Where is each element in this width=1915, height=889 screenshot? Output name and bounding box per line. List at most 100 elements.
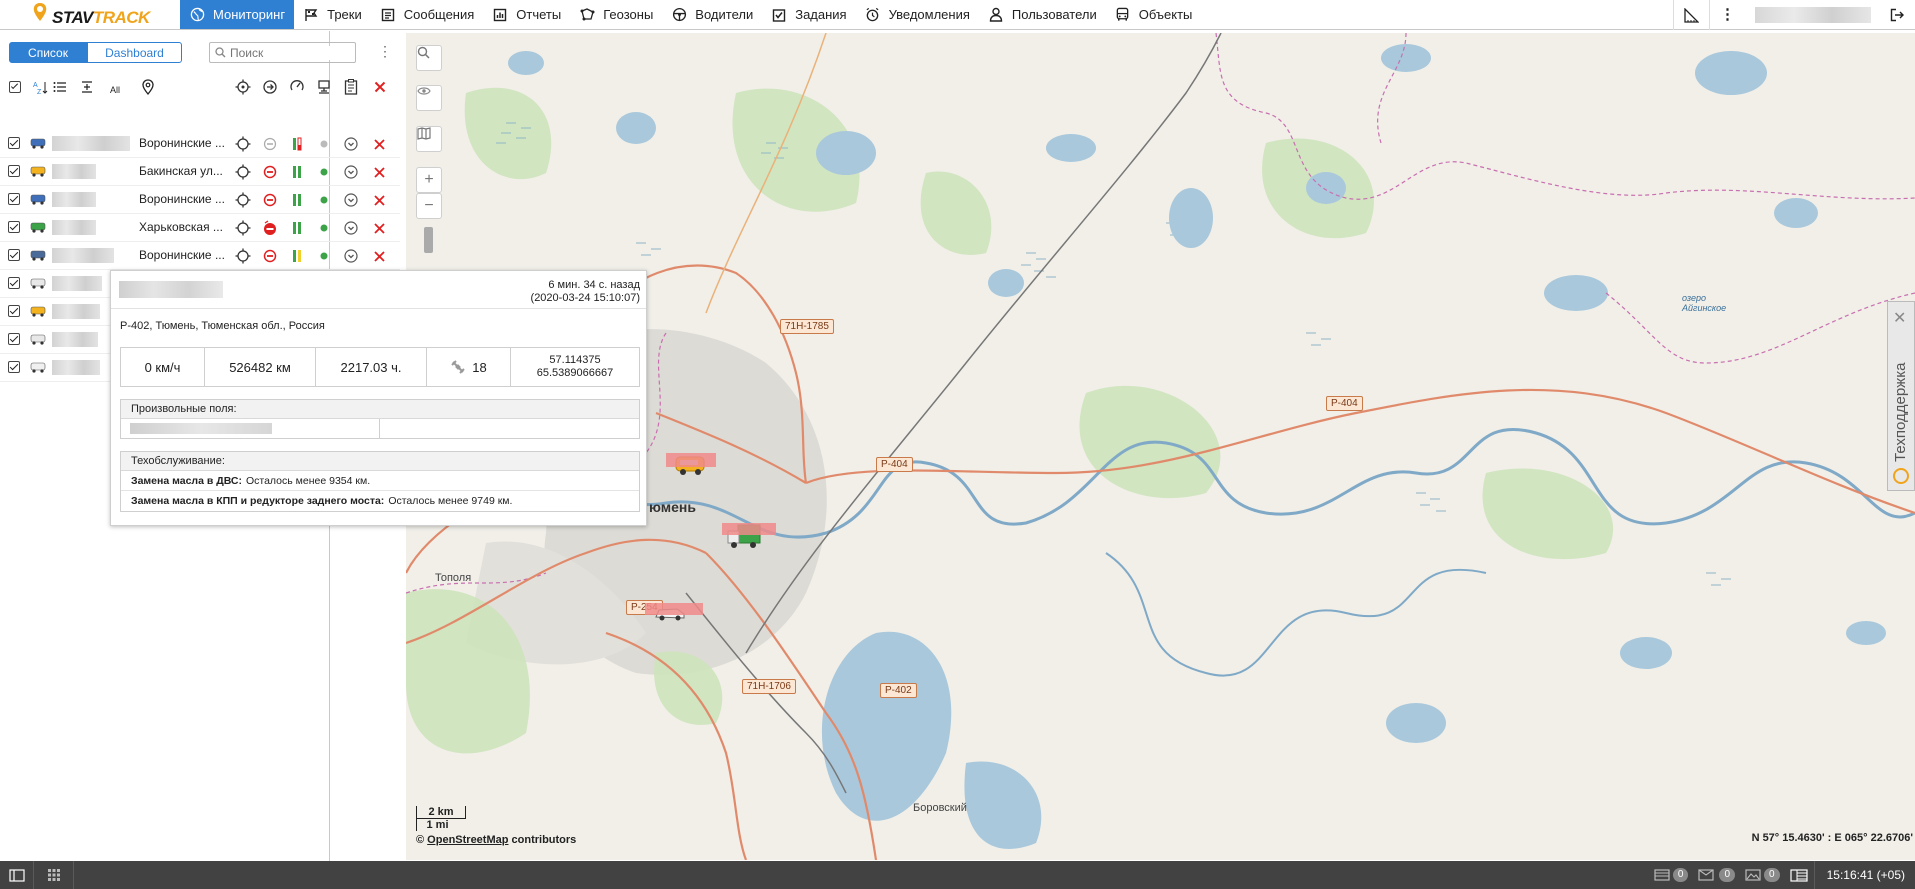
user-name-blurred[interactable]	[1755, 7, 1871, 23]
locate-icon[interactable]	[234, 163, 252, 181]
nav-drivers[interactable]: Водители	[662, 0, 762, 29]
row-checkbox[interactable]	[8, 249, 20, 261]
satellite-icon	[451, 360, 465, 374]
map-visibility-button[interactable]	[416, 85, 442, 111]
vehicle-marker[interactable]	[645, 603, 703, 621]
row-checkbox[interactable]	[8, 305, 20, 317]
toggle-panel-button[interactable]	[0, 861, 34, 889]
row-checkbox[interactable]	[8, 277, 20, 289]
layout-toggle[interactable]	[1789, 868, 1808, 882]
locate-icon[interactable]	[234, 247, 252, 265]
connection-dot-icon	[315, 163, 333, 181]
motion-bars-icon	[288, 219, 306, 237]
events-counter[interactable]: 0	[1654, 868, 1689, 882]
object-name-blurred	[52, 304, 100, 319]
vehicle-marker[interactable]	[666, 453, 716, 475]
locate-icon[interactable]	[234, 135, 252, 153]
row-checkbox[interactable]	[8, 221, 20, 233]
location-pin-icon[interactable]	[139, 78, 157, 96]
tab-list[interactable]: Список	[9, 42, 87, 63]
custom-fields-section: Произвольные поля:	[120, 399, 640, 439]
vehicle-name-blurred	[666, 453, 716, 467]
commands-menu-icon[interactable]	[342, 135, 360, 153]
object-name-blurred	[52, 248, 114, 263]
ignition-off-icon	[261, 135, 279, 153]
vehicle-marker[interactable]	[722, 523, 776, 548]
motion-bars-icon	[288, 163, 306, 181]
app-logo[interactable]: STAVTRACK	[0, 0, 180, 30]
list-header: AZ All	[0, 72, 390, 100]
panel-menu-icon[interactable]: ⋮	[378, 44, 392, 62]
grid-view-button[interactable]	[34, 861, 74, 889]
delete-all-icon[interactable]	[371, 78, 389, 96]
map-search-button[interactable]	[416, 45, 442, 71]
logout-button[interactable]	[1879, 0, 1915, 30]
nav-geofences[interactable]: Геозоны	[570, 0, 662, 29]
object-row[interactable]: Воронинские ...	[0, 186, 400, 214]
locate-icon[interactable]	[234, 191, 252, 209]
ignition-header-icon[interactable]	[261, 78, 279, 96]
sort-az-icon[interactable]: AZ	[31, 78, 49, 96]
custom-field-blurred	[130, 423, 272, 434]
row-checkbox[interactable]	[8, 137, 20, 149]
delete-row-icon[interactable]	[370, 163, 388, 181]
row-checkbox[interactable]	[8, 193, 20, 205]
add-group-icon[interactable]	[78, 78, 96, 96]
nav-tasks[interactable]: Задания	[762, 0, 855, 29]
mileage-value: 526482 км	[205, 348, 316, 386]
row-checkbox[interactable]	[8, 361, 20, 373]
service-section: Техобслуживание: Замена масла в ДВС: Оста…	[120, 451, 640, 512]
select-all-checkbox[interactable]	[6, 78, 24, 96]
nav-messages[interactable]: Сообщения	[371, 0, 484, 29]
map-layers-button[interactable]	[416, 126, 442, 152]
ruler-button[interactable]	[1673, 0, 1709, 30]
osm-link[interactable]: OpenStreetMap	[427, 834, 508, 846]
delete-row-icon[interactable]	[370, 247, 388, 265]
delete-row-icon[interactable]	[370, 135, 388, 153]
nav-users[interactable]: Пользователи	[979, 0, 1106, 29]
status-right: 0 0 0 15:16:41 (+05)	[1654, 861, 1915, 889]
motion-header-icon[interactable]	[288, 78, 306, 96]
delete-row-icon[interactable]	[370, 219, 388, 237]
svg-text:A: A	[33, 82, 38, 89]
row-checkbox[interactable]	[8, 333, 20, 345]
nav-reports[interactable]: Отчеты	[483, 0, 570, 29]
zoom-slider-handle[interactable]	[424, 227, 433, 253]
support-tab[interactable]: ✕ Техподдержка	[1887, 301, 1915, 491]
object-name-blurred	[52, 360, 100, 375]
delete-row-icon[interactable]	[370, 191, 388, 209]
commands-menu-icon[interactable]	[342, 247, 360, 265]
locate-icon[interactable]	[234, 219, 252, 237]
search-input[interactable]	[230, 45, 350, 60]
object-address: Бакинская ул...	[139, 164, 223, 178]
object-row[interactable]: Бакинская ул...	[0, 158, 400, 186]
tab-dashboard[interactable]: Dashboard	[87, 42, 182, 63]
service-title: Техобслуживание:	[121, 452, 639, 471]
nav-monitoring[interactable]: Мониторинг	[180, 0, 295, 29]
commands-header-icon[interactable]	[342, 78, 360, 96]
commands-menu-icon[interactable]	[342, 163, 360, 181]
object-address: Воронинские ...	[139, 136, 225, 150]
row-checkbox[interactable]	[8, 165, 20, 177]
show-all-icon[interactable]: All	[104, 78, 126, 96]
service-item: Замена масла в ДВС: Осталось менее 9354 к…	[121, 471, 639, 491]
object-name-blurred	[52, 164, 96, 179]
connection-header-icon[interactable]	[315, 78, 333, 96]
locate-header-icon[interactable]	[234, 78, 252, 96]
zoom-in-button[interactable]: +	[416, 167, 442, 193]
commands-menu-icon[interactable]	[342, 191, 360, 209]
tasks-icon	[771, 7, 787, 23]
images-counter[interactable]: 0	[1745, 868, 1780, 882]
zoom-out-button[interactable]: −	[416, 193, 442, 219]
object-row[interactable]: Воронинские ...	[0, 130, 400, 158]
commands-menu-icon[interactable]	[342, 219, 360, 237]
object-row[interactable]: Воронинские ...	[0, 242, 400, 270]
place-label: Тополя	[435, 572, 472, 584]
nav-tracks[interactable]: Треки	[294, 0, 371, 29]
object-row[interactable]: Харьковская ...	[0, 214, 400, 242]
list-view-icon[interactable]	[51, 78, 69, 96]
more-menu-button[interactable]: ⋮	[1709, 0, 1745, 30]
nav-objects[interactable]: Объекты	[1106, 0, 1202, 29]
messages-counter[interactable]: 0	[1698, 868, 1736, 882]
nav-notifications[interactable]: Уведомления	[856, 0, 979, 29]
